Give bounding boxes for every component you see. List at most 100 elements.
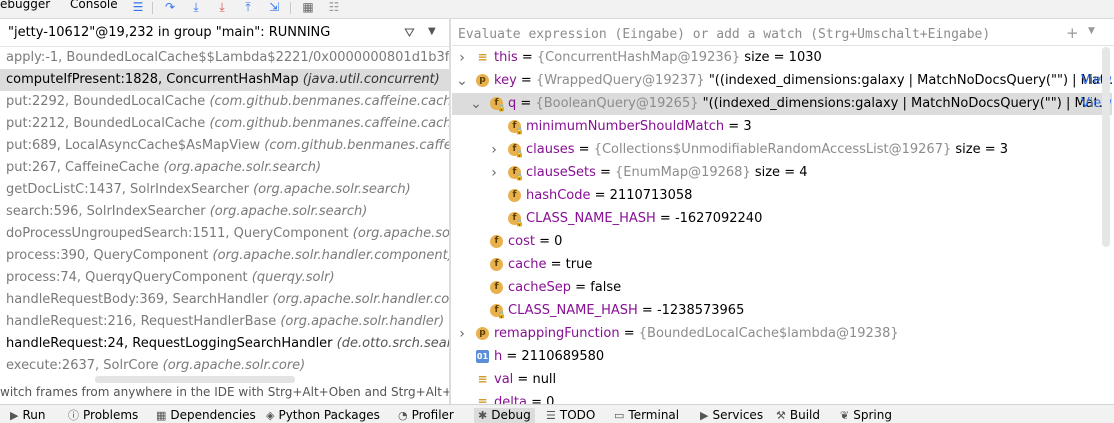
variable-value: true xyxy=(565,257,593,272)
stack-frame[interactable]: put:267, CaffeineCache (org.apache.solr.… xyxy=(0,157,449,179)
variable-row[interactable]: ⌄ p key = {WrappedQuery@19237} "((indexed_… xyxy=(452,70,1112,92)
chevron-down-icon[interactable]: ▼ xyxy=(428,26,436,37)
step-into-icon[interactable]: ⤓ xyxy=(188,0,204,14)
field-icon: f xyxy=(490,97,506,115)
step-over-icon[interactable]: ↷ xyxy=(162,0,178,14)
tool-tab-profiler[interactable]: ◔ Profiler xyxy=(398,408,454,423)
stack-frame[interactable]: process:74, QuerqyQueryComponent (querqy… xyxy=(0,267,449,289)
variable-row[interactable]: 01 h = 2110689580 xyxy=(452,346,1112,368)
chevron-down-icon[interactable]: ▼ xyxy=(1088,26,1095,36)
tool-tab-label: Spring xyxy=(853,408,892,422)
chevron-down-icon[interactable]: ⌄ xyxy=(456,70,468,92)
run-to-cursor-icon[interactable]: ⇲ xyxy=(266,0,282,14)
variable-row[interactable]: f cache = true xyxy=(452,254,1112,276)
tool-tab-build[interactable]: ⚒ Build xyxy=(776,408,820,423)
variable-row[interactable]: fCLASS_NAME_HASH = -1627092240 xyxy=(452,208,1112,230)
tool-tab-spring[interactable]: ❦ Spring xyxy=(840,408,892,423)
tool-tab-label: Terminal xyxy=(628,408,680,422)
tool-tab-label: Dependencies xyxy=(170,408,256,422)
stack-frame[interactable]: search:596, SolrIndexSearcher (org.apach… xyxy=(0,201,449,223)
variable-row[interactable]: › fclauseSets = {EnumMap@19268} size = 4 xyxy=(452,162,1112,184)
frame-method: apply:-1, BoundedLocalCache$$Lambda$2221… xyxy=(6,50,449,65)
variable-value: size = 3 xyxy=(951,142,1009,157)
variable-row[interactable]: fminimumNumberShouldMatch = 3 xyxy=(452,116,1112,138)
tab-console[interactable]: Console xyxy=(70,0,118,11)
stack-frame[interactable]: handleRequest:216, RequestHandlerBase (o… xyxy=(0,311,449,333)
frame-package: (org.apache.solr.handler) xyxy=(280,314,445,329)
chevron-right-icon[interactable]: › xyxy=(488,139,500,161)
variable-row[interactable]: › ≡ this = {ConcurrentHashMap@19236} size … xyxy=(452,47,1112,69)
tool-tab-todo[interactable]: ☰ TODO xyxy=(546,408,595,423)
tab-debugger[interactable]: ebugger xyxy=(0,0,50,11)
equals-sign: = xyxy=(502,349,522,364)
chevron-right-icon[interactable]: › xyxy=(456,47,468,69)
variable-name: hashCode xyxy=(526,188,591,203)
variable-type: {BooleanQuery@19265} xyxy=(535,96,699,111)
stack-frame[interactable]: put:689, LocalAsyncCache$AsMapView (com.… xyxy=(0,135,449,157)
tool-tab-problems[interactable]: ⓘ Problems xyxy=(68,408,138,423)
variable-row[interactable]: › p remappingFunction = {BoundedLocalCache… xyxy=(452,323,1112,345)
table-icon[interactable]: ▦ xyxy=(300,0,316,14)
variable-row[interactable]: f hashCode = 2110713058 xyxy=(452,185,1112,207)
equals-sign: = xyxy=(590,188,610,203)
frame-package: (querqy.solr) xyxy=(251,270,335,285)
services-icon: ▶ xyxy=(700,409,709,422)
stack-frame[interactable]: put:2212, BoundedLocalCache (com.github.… xyxy=(0,113,449,135)
tool-tab-terminal[interactable]: ▭ Terminal xyxy=(614,408,679,423)
stack-frame[interactable]: getDocListC:1437, SolrIndexSearcher (org… xyxy=(0,179,449,201)
add-watch-icon[interactable]: + xyxy=(1066,24,1079,42)
hamburger-icon[interactable]: ☰ xyxy=(130,0,146,14)
stack-frame[interactable]: handleRequestBody:369, SearchHandler (or… xyxy=(0,289,449,311)
frame-package: (org.apache.solr.search) xyxy=(163,160,322,175)
frame-method: process:74, QuerqyQueryComponent xyxy=(6,270,252,285)
stack-frame[interactable]: computeIfPresent:1828, ConcurrentHashMap… xyxy=(0,69,449,91)
frames-hint: witch frames from anywhere in the IDE wi… xyxy=(0,385,449,399)
step-out-icon[interactable]: ⤒ xyxy=(240,0,256,14)
pane-splitter[interactable] xyxy=(449,18,451,404)
equals-sign: = xyxy=(526,395,547,404)
variable-value: size = 1030 xyxy=(740,50,822,65)
tool-tab-label: Problems xyxy=(83,408,139,422)
chevron-down-icon[interactable]: ⌄ xyxy=(470,93,482,115)
stack-frame[interactable]: put:2292, BoundedLocalCache (com.github.… xyxy=(0,91,449,113)
run-icon: ▶ xyxy=(10,409,19,422)
tool-tab-dependencies[interactable]: ▦ Dependencies xyxy=(156,408,256,423)
variable-row[interactable]: f cost = 0 xyxy=(452,231,1112,253)
tool-tab-run[interactable]: ▶ Run xyxy=(10,408,45,423)
filter-icon[interactable]: ⛛ xyxy=(404,26,415,41)
frame-package: (com.github.benmanes.caffeine.cache) xyxy=(209,94,449,109)
frame-package: (java.util.concurrent) xyxy=(302,72,440,87)
variable-row[interactable]: f cacheSep = false xyxy=(452,277,1112,299)
frame-method: handleRequestBody:369, SearchHandler xyxy=(6,292,273,307)
vertical-scrollbar[interactable] xyxy=(1102,47,1110,247)
frame-method: put:2212, BoundedLocalCache xyxy=(6,116,210,131)
horizontal-scrollbar[interactable] xyxy=(95,376,295,383)
todo-icon: ☰ xyxy=(546,409,556,422)
thread-selector[interactable]: "jetty-10612"@19,232 in group "main": RU… xyxy=(0,22,449,47)
frame-package: (org.apache.solr.hand xyxy=(352,226,449,241)
expression-input[interactable] xyxy=(452,22,1060,46)
chevron-right-icon[interactable]: › xyxy=(456,323,468,345)
variable-row[interactable]: ≡ delta = 0 xyxy=(452,392,1112,404)
frame-method: process:390, QueryComponent xyxy=(6,248,213,263)
tool-tab-services[interactable]: ▶ Services xyxy=(700,408,763,423)
variable-value: "((indexed_dimensions:galaxy | MatchNoDo… xyxy=(704,73,1112,88)
variable-row[interactable]: ⌄fq = {BooleanQuery@19265} "((indexed_di… xyxy=(452,93,1112,115)
stack-frame[interactable]: apply:-1, BoundedLocalCache$$Lambda$2221… xyxy=(0,47,449,69)
stack-frame[interactable]: execute:2637, SolrCore (org.apache.solr.… xyxy=(0,355,449,377)
tool-tab-debug[interactable]: ✱ Debug xyxy=(474,408,535,423)
force-step-into-icon[interactable]: ⤓ xyxy=(214,0,230,14)
equals-sign: = xyxy=(637,303,657,318)
tool-tab-python-packages[interactable]: ◈ Python Packages xyxy=(266,408,380,423)
stack-frame[interactable]: doProcessUngroupedSearch:1511, QueryComp… xyxy=(0,223,449,245)
variable-name: val xyxy=(494,372,514,387)
stack-frame[interactable]: process:390, QueryComponent (org.apache.… xyxy=(0,245,449,267)
stack-frame[interactable]: handleRequest:24, RequestLoggingSearchHa… xyxy=(0,333,449,355)
variable-row[interactable]: fCLASS_NAME_HASH = -1238573965 xyxy=(452,300,1112,322)
parameter-icon: p xyxy=(476,74,489,87)
frame-package: (de.otto.srch.search.solr. xyxy=(336,336,449,351)
list-icon[interactable]: ☷ xyxy=(326,0,342,14)
variable-row[interactable]: ≡ val = null xyxy=(452,369,1112,391)
chevron-right-icon[interactable]: › xyxy=(488,162,500,184)
variable-row[interactable]: › fclauses = {Collections$UnmodifiableRan… xyxy=(452,139,1112,161)
